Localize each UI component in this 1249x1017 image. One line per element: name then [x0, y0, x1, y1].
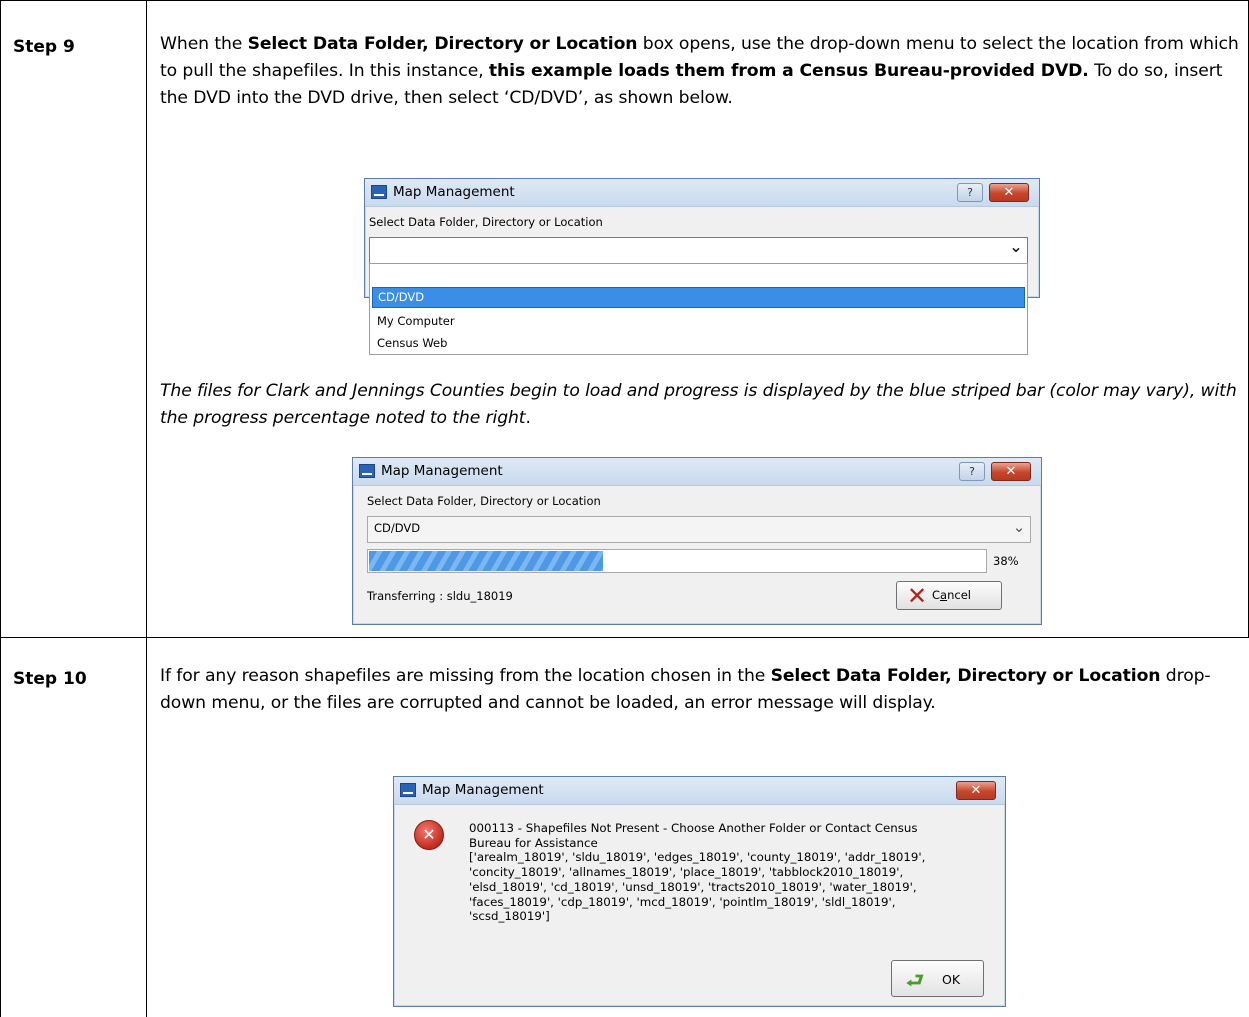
- ok-arrow-icon: ⮐: [906, 968, 924, 992]
- help-button[interactable]: ?: [957, 183, 983, 202]
- title-bar: Map Management ? ✕: [353, 458, 1041, 486]
- table-left-border: [0, 0, 1, 1017]
- cancel-button-label: Cancel: [932, 588, 971, 602]
- step-10-instructions: If for any reason shapefiles are missing…: [160, 666, 1211, 713]
- ui-term-bold: Select Data Folder, Directory or Locatio…: [247, 34, 638, 54]
- error-message-line: 'elsd_18019', 'cd_18019', 'unsd_18019', …: [469, 879, 917, 894]
- table-top-border: [0, 0, 1249, 1]
- app-icon: [400, 783, 416, 797]
- location-field-label: Select Data Folder, Directory or Locatio…: [369, 215, 603, 229]
- cancel-x-icon: ✕: [907, 582, 928, 610]
- ok-button-label: OK: [942, 972, 961, 987]
- step-9-progress-note: The files for Clark and Jennings Countie…: [160, 381, 1237, 428]
- chevron-down-icon[interactable]: ⌄: [1005, 238, 1027, 263]
- close-button[interactable]: ✕: [956, 781, 996, 800]
- dvd-emphasis: this example loads them from a Census Bu…: [488, 61, 1089, 81]
- instruction-table: Step 9 When the Select Data Folder, Dire…: [0, 0, 1249, 1017]
- location-field-label: Select Data Folder, Directory or Locatio…: [367, 494, 601, 508]
- progress-bar: [367, 549, 987, 573]
- location-dropdown-list: CD/DVD My Computer Census Web: [369, 263, 1028, 355]
- error-message-line: 'concity_18019', 'allnames_18019', 'plac…: [469, 865, 904, 880]
- map-management-error-dialog: Map Management ✕ ✕ 000113 - Shapefiles N…: [393, 776, 1006, 1007]
- table-row-divider: [0, 637, 1249, 638]
- title-bar: Map Management ✕: [394, 777, 1005, 805]
- step-9-instructions: When the Select Data Folder, Directory o…: [160, 34, 1239, 108]
- window-title: Map Management: [381, 463, 503, 479]
- location-combobox[interactable]: CD/DVD ⌄: [367, 516, 1031, 543]
- app-icon: [371, 185, 387, 199]
- error-message-line: 'faces_18019', 'cdp_18019', 'mcd_18019',…: [469, 894, 896, 909]
- location-combobox[interactable]: ⌄: [369, 237, 1028, 264]
- help-button[interactable]: ?: [959, 462, 985, 481]
- error-message-line: 'scsd_18019']: [469, 909, 550, 924]
- map-management-dialog-progress: Map Management ? ✕ Select Data Folder, D…: [352, 457, 1042, 625]
- step-9-label: Step 9: [13, 37, 75, 57]
- dropdown-option-cd-dvd[interactable]: CD/DVD: [372, 287, 1025, 308]
- app-icon: [359, 464, 375, 478]
- error-message-line: 000113 - Shapefiles Not Present - Choose…: [469, 821, 918, 835]
- window-title: Map Management: [393, 184, 515, 200]
- close-button[interactable]: ✕: [991, 462, 1031, 481]
- ui-term-bold: Select Data Folder, Directory or Locatio…: [770, 666, 1161, 686]
- error-message-line: Bureau for Assistance: [469, 835, 598, 850]
- progress-bar-fill: [369, 551, 603, 571]
- dropdown-option-census-web[interactable]: Census Web: [372, 333, 1025, 354]
- progress-percentage: 38%: [993, 554, 1019, 568]
- cancel-button[interactable]: ✕ Cancel: [896, 581, 1002, 610]
- error-icon: ✕: [414, 820, 444, 850]
- transfer-status: Transferring : sldu_18019: [367, 589, 513, 603]
- table-column-divider: [146, 0, 147, 1017]
- step-10-label: Step 10: [13, 669, 87, 689]
- error-message: 000113 - Shapefiles Not Present - Choose…: [469, 821, 999, 924]
- ok-button[interactable]: ⮐ OK: [891, 960, 984, 997]
- combobox-value: CD/DVD: [374, 521, 421, 535]
- window-title: Map Management: [422, 782, 544, 798]
- dropdown-option-my-computer[interactable]: My Computer: [372, 311, 1025, 332]
- close-button[interactable]: ✕: [989, 183, 1029, 202]
- error-message-line: ['arealm_18019', 'sldu_18019', 'edges_18…: [469, 850, 926, 865]
- title-bar: Map Management ? ✕: [365, 179, 1039, 207]
- chevron-down-icon[interactable]: ⌄: [1008, 517, 1030, 542]
